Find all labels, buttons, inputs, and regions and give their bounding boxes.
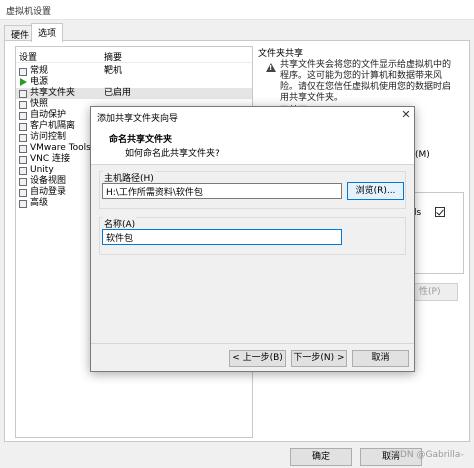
access-control-icon	[19, 134, 27, 142]
settings-item-summary: 靶机	[104, 66, 123, 76]
folders-attr-fragment: ls	[414, 208, 422, 218]
folders-list: ls	[412, 192, 464, 274]
add-shared-folder-wizard: 添加共享文件夹向导 ✕ 命名共享文件夹 如何命名此共享文件夹? 主机路径(H) …	[90, 106, 415, 372]
window-title: 虚拟机设置	[6, 7, 52, 17]
wizard-header-title: 命名共享文件夹	[109, 135, 173, 145]
settings-item-label: 常规	[30, 66, 49, 76]
vmware-tools-icon	[19, 145, 27, 153]
settings-item[interactable]: 电源	[16, 77, 252, 88]
settings-item-label: 访问控制	[30, 132, 67, 142]
settings-item-label: Unity	[30, 165, 54, 175]
unity-icon	[19, 167, 27, 175]
shared-folder-icon	[19, 90, 27, 98]
tab-strip: 硬件 选项	[0, 20, 474, 42]
advanced-icon	[19, 200, 27, 208]
settings-item-label: 电源	[30, 77, 49, 87]
settings-item-summary: 已启用	[104, 88, 132, 98]
warning-icon	[266, 63, 276, 72]
settings-item-label: 快照	[30, 99, 49, 109]
settings-item-label: 自动保护	[30, 110, 67, 120]
back-button[interactable]: < 上一步(B)	[229, 350, 286, 367]
settings-item[interactable]: 常规 靶机	[16, 66, 252, 77]
autoprotect-icon	[19, 112, 27, 120]
host-path-input[interactable]	[102, 183, 342, 199]
folder-enabled-checkbox[interactable]	[435, 207, 445, 217]
next-button[interactable]: 下一步(N) >	[291, 350, 347, 367]
settings-item[interactable]: 共享文件夹 已启用	[16, 88, 252, 99]
properties-button[interactable]: 性(P)	[412, 283, 458, 301]
settings-item-label: VMware Tools	[30, 143, 91, 153]
wizard-header: 命名共享文件夹 如何命名此共享文件夹?	[91, 125, 414, 165]
snapshot-icon	[19, 101, 27, 109]
map-network-drive-fragment[interactable]: (M)	[415, 150, 430, 160]
settings-list-header: 设置 摘要	[16, 47, 252, 63]
general-icon	[19, 68, 27, 76]
wizard-separator	[91, 343, 414, 344]
settings-item-label: 客户机隔离	[30, 121, 76, 131]
wizard-header-subtitle: 如何命名此共享文件夹?	[125, 149, 220, 159]
autologin-icon	[19, 189, 27, 197]
wizard-cancel-button[interactable]: 取消	[352, 350, 409, 367]
device-view-icon	[19, 178, 27, 186]
shared-folders-warning: 共享文件夹会将您的文件显示给虚拟机中的程序。这可能为您的计算机和数据带来风险。请…	[280, 60, 452, 103]
settings-item-label: 自动登录	[30, 187, 67, 197]
vnc-icon	[19, 156, 27, 164]
column-setting[interactable]: 设置	[19, 50, 37, 63]
settings-item-label: 高级	[30, 198, 49, 208]
browse-button[interactable]: 浏览(R)...	[347, 182, 404, 200]
ok-button[interactable]: 确定	[290, 448, 352, 466]
power-icon	[20, 78, 27, 86]
wizard-title: 添加共享文件夹向导	[97, 114, 179, 124]
tab-options[interactable]: 选项	[31, 23, 64, 42]
wizard-titlebar: 添加共享文件夹向导 ✕	[91, 107, 414, 125]
watermark: CSDN @Gabrilla-	[388, 450, 464, 460]
guest-isolation-icon	[19, 123, 27, 131]
settings-item-label: 设备视图	[30, 176, 67, 186]
settings-item-label: 共享文件夹	[30, 88, 76, 98]
name-input[interactable]	[102, 229, 342, 245]
shared-folders-group-label: 文件夹共享	[258, 49, 304, 59]
close-icon[interactable]: ✕	[399, 108, 413, 122]
window-titlebar: 虚拟机设置	[0, 0, 474, 20]
column-summary[interactable]: 摘要	[104, 50, 122, 63]
settings-item-label: VNC 连接	[30, 154, 71, 164]
